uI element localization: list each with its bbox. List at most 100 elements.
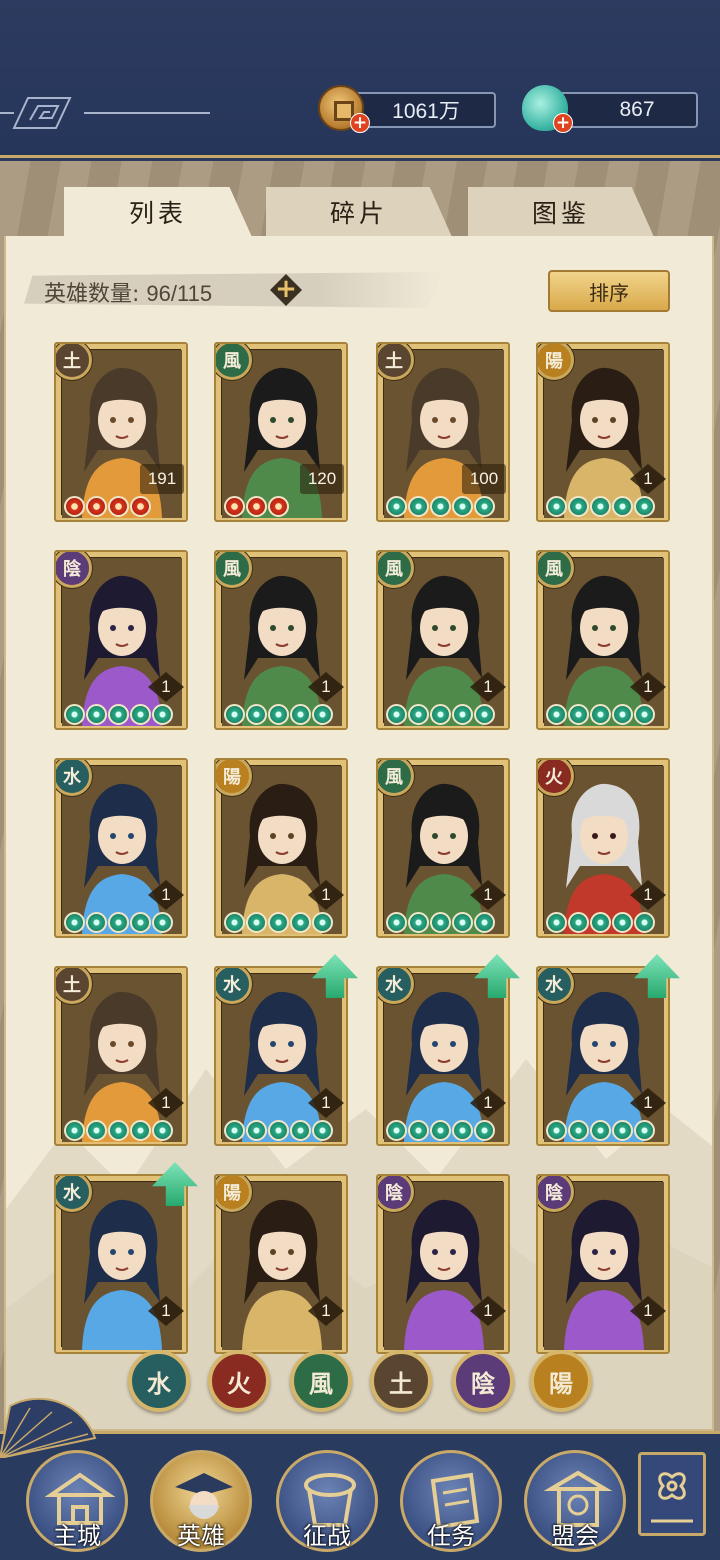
tab-codex[interactable]: 图鉴	[468, 187, 654, 237]
menu-flower-icon	[651, 1472, 693, 1523]
nav-war-scroll-button[interactable]: 征战	[272, 1450, 382, 1554]
hero-card[interactable]: 陽1	[214, 758, 348, 938]
hero-grid: 土 191 風 120 土 100 陽 1 陰 1 風 1 風 1 風 1 水 1 陽 1 風 1 火 1 土 1 水 1 水 1 水 1 水 1…	[6, 236, 712, 1354]
star-icon	[408, 1120, 429, 1141]
star-icon	[130, 496, 151, 517]
star-rating	[64, 704, 173, 726]
star-icon	[452, 704, 473, 725]
star-icon	[312, 912, 333, 933]
hero-card[interactable]: 土 100	[376, 342, 510, 522]
star-icon	[130, 912, 151, 933]
star-icon	[452, 1120, 473, 1141]
star-icon	[152, 704, 173, 725]
filter-earth-button[interactable]: 土	[370, 1350, 432, 1412]
nav-city-gate-button[interactable]: 主城	[22, 1450, 132, 1554]
star-icon	[86, 1120, 107, 1141]
menu-button[interactable]	[638, 1452, 706, 1536]
star-rating	[224, 1120, 333, 1142]
star-icon	[408, 496, 429, 517]
nav-task-book-button[interactable]: 任务	[396, 1450, 506, 1554]
star-icon	[386, 704, 407, 725]
hero-card[interactable]: 陰1	[376, 1174, 510, 1354]
hero-level: 120	[300, 464, 344, 494]
star-icon	[312, 704, 333, 725]
gold-amount: 1061万	[392, 100, 460, 123]
star-icon	[634, 1120, 655, 1141]
tab-label: 列表	[128, 199, 187, 228]
star-icon	[408, 704, 429, 725]
star-icon	[590, 912, 611, 933]
filter-yin-button[interactable]: 陰	[452, 1350, 514, 1412]
add-gold-button[interactable]: +	[350, 113, 370, 133]
hero-card[interactable]: 水1	[54, 758, 188, 938]
star-icon	[64, 496, 85, 517]
star-icon	[312, 1120, 333, 1141]
star-icon	[408, 912, 429, 933]
tab-label: 图鉴	[531, 199, 590, 228]
star-icon	[590, 496, 611, 517]
star-icon	[430, 912, 451, 933]
hero-card[interactable]: 陽1	[536, 342, 670, 522]
star-icon	[86, 496, 107, 517]
star-icon	[386, 912, 407, 933]
star-icon	[86, 704, 107, 725]
star-icon	[224, 1120, 245, 1141]
star-icon	[568, 496, 589, 517]
star-icon	[64, 1120, 85, 1141]
star-icon	[290, 1120, 311, 1141]
star-icon	[474, 1120, 495, 1141]
star-icon	[152, 912, 173, 933]
filter-yang-button[interactable]: 陽	[530, 1350, 592, 1412]
hero-card[interactable]: 風 120	[214, 342, 348, 522]
filter-water-button[interactable]: 水	[128, 1350, 190, 1412]
star-rating	[224, 912, 333, 934]
star-icon	[634, 704, 655, 725]
hero-card[interactable]: 風1	[214, 550, 348, 730]
star-icon	[224, 704, 245, 725]
star-icon	[546, 912, 567, 933]
nav-label: 主城	[53, 1522, 101, 1550]
star-rating	[546, 496, 655, 518]
star-rating	[64, 496, 151, 518]
star-icon	[386, 496, 407, 517]
nav-hero-portrait-button[interactable]: 英雄	[146, 1450, 256, 1554]
star-icon	[430, 704, 451, 725]
hero-card[interactable]: 火1	[536, 758, 670, 938]
hero-card[interactable]: 土1	[54, 966, 188, 1146]
hero-card[interactable]: 陰1	[54, 550, 188, 730]
star-icon	[152, 1120, 173, 1141]
star-icon	[634, 496, 655, 517]
star-icon	[224, 912, 245, 933]
star-icon	[568, 1120, 589, 1141]
hero-level: 100	[462, 464, 506, 494]
star-rating	[546, 912, 655, 934]
jade-amount: 867	[619, 98, 655, 121]
hero-card[interactable]: 陰1	[536, 1174, 670, 1354]
star-rating	[546, 704, 655, 726]
nav-alliance-pavilion-button[interactable]: 盟会	[520, 1450, 630, 1554]
star-icon	[546, 704, 567, 725]
tab-fragments[interactable]: 碎片	[266, 187, 452, 237]
star-icon	[474, 496, 495, 517]
star-icon	[452, 496, 473, 517]
hero-card[interactable]: 陽1	[214, 1174, 348, 1354]
hero-card[interactable]: 土 191	[54, 342, 188, 522]
star-icon	[246, 1120, 267, 1141]
top-bar	[0, 0, 720, 158]
star-icon	[268, 496, 289, 517]
star-icon	[546, 496, 567, 517]
nav-label: 征战	[303, 1522, 351, 1550]
tab-list[interactable]: 列表	[64, 187, 252, 237]
star-icon	[246, 704, 267, 725]
hero-card[interactable]: 風1	[536, 550, 670, 730]
filter-wind-button[interactable]: 風	[290, 1350, 352, 1412]
star-icon	[546, 1120, 567, 1141]
folding-fan-decoration	[0, 1398, 97, 1458]
hero-card[interactable]: 風1	[376, 758, 510, 938]
star-icon	[268, 704, 289, 725]
star-icon	[130, 704, 151, 725]
hero-card[interactable]: 風1	[376, 550, 510, 730]
add-jade-button[interactable]: +	[553, 113, 573, 133]
star-icon	[452, 912, 473, 933]
filter-fire-button[interactable]: 火	[208, 1350, 270, 1412]
